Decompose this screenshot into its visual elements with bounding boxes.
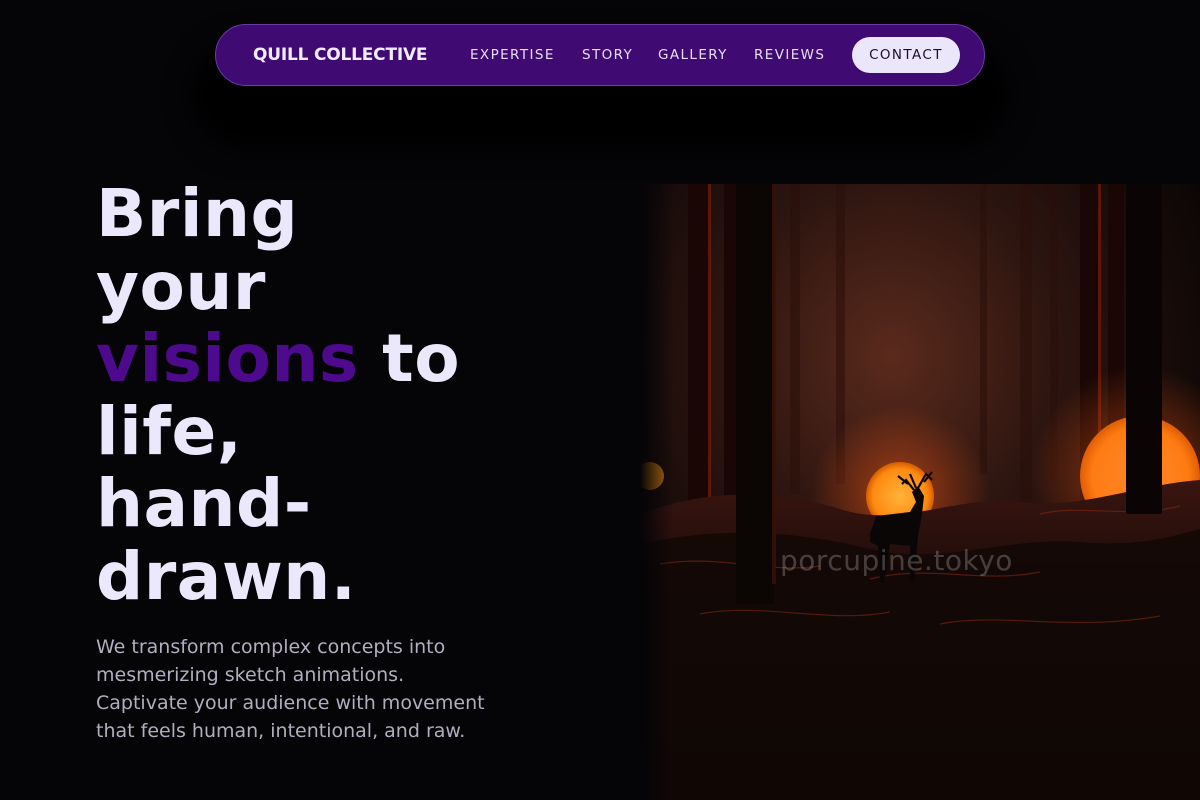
top-navigation: QUILL COLLECTIVE EXPERTISE STORY GALLERY… [215,24,985,86]
nav-link-story[interactable]: STORY [582,47,633,63]
contact-button[interactable]: CONTACT [852,37,960,73]
forest-illustration [640,184,1200,800]
headline-line-5: hand- [96,465,312,542]
nav-link-expertise[interactable]: EXPERTISE [470,47,555,63]
nav-link-gallery[interactable]: GALLERY [658,47,728,63]
hero-headline: Bring your visions to life, hand- drawn. [96,175,616,615]
nav-link-reviews[interactable]: REVIEWS [754,47,825,63]
headline-line-6: drawn. [96,537,357,615]
image-watermark: porcupine.tokyo [780,544,1013,577]
headline-line-1: Bring [96,175,299,252]
hero-forest-deer-image: porcupine.tokyo [640,184,1200,800]
headline-line-4: life, [96,392,243,470]
hero-description: We transform complex concepts into mesme… [96,636,485,742]
headline-line-3-rest: to [358,320,461,397]
brand-logo[interactable]: QUILL COLLECTIVE [253,45,428,65]
page: QUILL COLLECTIVE EXPERTISE STORY GALLERY… [0,0,1200,800]
headline-line-2: your [96,247,266,325]
headline-accent-word: visions [96,320,359,397]
